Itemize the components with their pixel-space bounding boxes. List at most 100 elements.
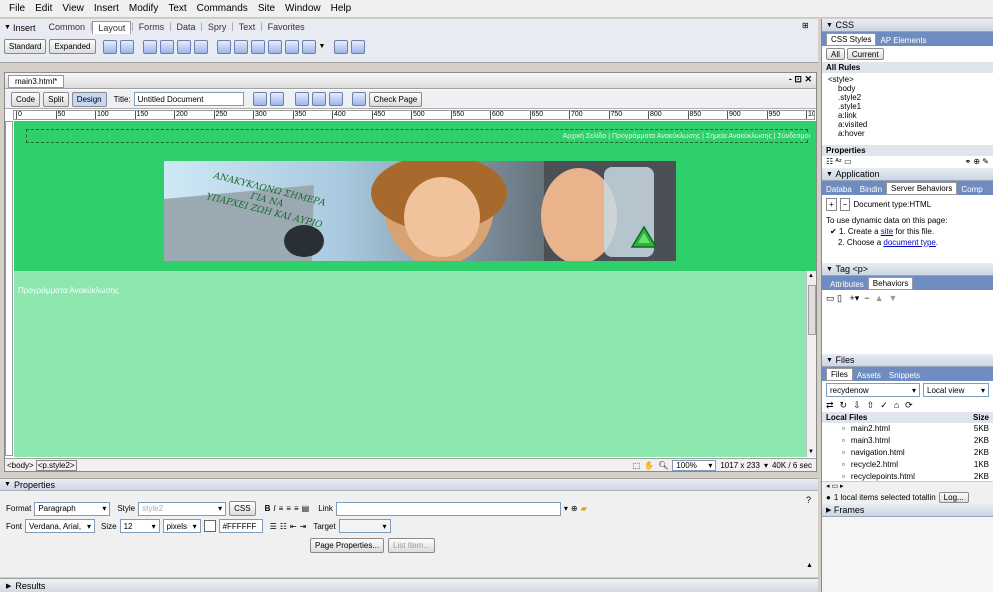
menu-window[interactable]: Window — [280, 3, 326, 14]
remove-icon[interactable]: − — [864, 293, 869, 303]
options-menu-icon[interactable]: ⊞ — [802, 21, 809, 30]
css-panel-header[interactable]: ▼ CSS — [822, 19, 993, 32]
select-tool-icon[interactable]: ⬚ — [633, 461, 641, 470]
show-events-icon[interactable]: ▭ ▯ — [826, 293, 842, 303]
color-input[interactable]: #FFFFFF — [218, 519, 263, 533]
tab-common[interactable]: Common — [43, 21, 90, 34]
css-button[interactable]: CSS — [229, 501, 256, 516]
check-in-icon[interactable]: ⌂ — [894, 400, 899, 411]
add-behavior-icon[interactable]: +▾ — [849, 293, 859, 303]
spry-accordion-icon[interactable] — [250, 39, 265, 54]
link-dropdown-icon[interactable]: ▾ — [564, 504, 568, 513]
file-row[interactable]: ▫ navigation.html 2KB — [822, 447, 993, 459]
menu-edit[interactable]: Edit — [30, 3, 57, 14]
size-select[interactable]: 12 ▾ — [119, 519, 160, 533]
outdent-icon[interactable]: ⇤ — [290, 522, 297, 531]
site-select[interactable]: recydenow ▾ — [826, 383, 920, 397]
css-rule-item[interactable]: a:visited — [828, 120, 987, 129]
zoom-select[interactable]: 100% ▾ — [672, 459, 717, 471]
browse-folder-icon[interactable]: ▰ — [581, 504, 587, 513]
indent-icon[interactable]: ⇥ — [300, 522, 307, 531]
all-rules-button[interactable]: All — [826, 48, 845, 60]
property-view-icons[interactable]: ☷ ᴬᶻ ▭ — [826, 157, 852, 167]
frames-panel-header[interactable]: ▶ Frames — [822, 504, 993, 517]
tab-components[interactable]: Comp — [957, 184, 986, 195]
size-column-header[interactable]: Size — [973, 413, 989, 422]
file-row[interactable]: ▫ main3.html 2KB — [822, 435, 993, 447]
menu-commands[interactable]: Commands — [192, 3, 253, 14]
tag-panel-header[interactable]: ▼ Tag <p> — [822, 263, 993, 276]
tab-forms[interactable]: Forms — [134, 21, 170, 34]
standard-mode-button[interactable]: Standard — [4, 39, 47, 54]
document-title-input[interactable]: Untitled Document — [133, 92, 244, 106]
tab-behaviors[interactable]: Behaviors — [867, 277, 914, 290]
align-center-icon[interactable]: ≡ — [286, 504, 291, 513]
add-behavior-icon[interactable]: + — [826, 198, 837, 211]
menu-modify[interactable]: Modify — [124, 3, 163, 14]
dropdown-arrow-icon[interactable]: ▼ — [319, 43, 326, 50]
collapse-arrow-icon[interactable]: ▼ — [4, 481, 11, 488]
align-left-icon[interactable]: ≡ — [279, 504, 284, 513]
document-type-link[interactable]: document type — [883, 238, 935, 247]
tab-databases[interactable]: Databa — [822, 184, 856, 195]
code-view-button[interactable]: Code — [11, 91, 41, 107]
format-select[interactable]: Paragraph ▾ — [34, 501, 111, 516]
tab-favorites[interactable]: Favorites — [263, 21, 310, 34]
hand-tool-icon[interactable]: ✋ — [644, 461, 654, 470]
get-files-icon[interactable]: ⇩ — [853, 400, 861, 411]
spry-collapsible-icon[interactable] — [267, 39, 282, 54]
tab-text[interactable]: Text — [234, 21, 261, 34]
tag-body[interactable]: <body> — [7, 461, 34, 470]
tab-bindings[interactable]: Bindin — [856, 184, 886, 195]
standard-view-icon[interactable] — [351, 39, 366, 54]
file-row[interactable]: ▫ main2.html 5KB — [822, 423, 993, 435]
bold-icon[interactable]: B — [265, 504, 271, 513]
css-rule-item[interactable]: body — [828, 84, 987, 93]
view-select[interactable]: Local view ▾ — [923, 383, 989, 397]
visual-aids-icon[interactable] — [328, 92, 343, 106]
window-size[interactable]: 1017 x 233 — [720, 461, 760, 470]
link-input[interactable] — [335, 501, 561, 516]
menu-insert[interactable]: Insert — [89, 3, 124, 14]
italic-icon[interactable]: I — [273, 504, 275, 513]
tab-server-behaviors[interactable]: Server Behaviors — [886, 182, 958, 195]
style-select[interactable]: style2 ▾ — [138, 501, 227, 516]
spry-menu-icon[interactable] — [216, 39, 231, 54]
log-button[interactable]: Log... — [938, 492, 969, 503]
vertical-scrollbar[interactable]: ▲ ▼ — [806, 271, 816, 457]
layout-cell-icon[interactable] — [193, 39, 208, 54]
collapse-arrow-icon[interactable]: ▼ — [4, 24, 11, 31]
menu-text[interactable]: Text — [163, 3, 191, 14]
css-rule-item[interactable]: <style> — [828, 75, 987, 84]
file-management-icon[interactable] — [252, 92, 267, 106]
application-panel-header[interactable]: ▼ Application — [822, 168, 993, 181]
scrollbar-thumb[interactable] — [808, 285, 816, 335]
page-properties-button[interactable]: Page Properties... — [310, 538, 385, 553]
help-icon[interactable]: ? — [806, 495, 811, 505]
div-tag-icon[interactable] — [159, 39, 174, 54]
tab-ap-elements[interactable]: AP Elements — [876, 35, 930, 46]
css-rule-item[interactable]: .style2 — [828, 93, 987, 102]
expanded-mode-button[interactable]: Expanded — [49, 39, 96, 54]
move-up-icon[interactable]: ▲ — [875, 293, 884, 303]
refresh-icon[interactable]: ↻ — [840, 400, 848, 411]
results-panel[interactable]: ▶ Results — [0, 578, 818, 592]
fullscreen-icon[interactable] — [334, 39, 349, 54]
css-rule-item[interactable]: .style1 — [828, 102, 987, 111]
zoom-tool-icon[interactable]: 🔍︎ — [658, 461, 668, 470]
align-right-icon[interactable]: ≡ — [294, 504, 299, 513]
check-page-button[interactable]: Check Page — [368, 91, 423, 107]
spry-tabbed-icon[interactable] — [233, 39, 248, 54]
menu-site[interactable]: Site — [253, 3, 280, 14]
put-files-icon[interactable]: ⇧ — [867, 400, 875, 411]
check-out-icon[interactable]: ✓ — [880, 400, 888, 411]
tab-snippets[interactable]: Snippets — [885, 370, 924, 381]
window-controls[interactable]: - ⊡ ✕ — [789, 74, 812, 85]
file-row[interactable]: ▫ recyclepoints.html 2KB — [822, 471, 993, 481]
refresh-icon[interactable] — [294, 92, 309, 106]
font-select[interactable]: Verdana, Arial, ▾ — [25, 519, 96, 533]
connect-icon[interactable]: ⇄ — [826, 400, 834, 411]
files-panel-header[interactable]: ▼ Files — [822, 354, 993, 367]
tab-spry[interactable]: Spry — [203, 21, 232, 34]
site-link[interactable]: site — [881, 227, 893, 236]
